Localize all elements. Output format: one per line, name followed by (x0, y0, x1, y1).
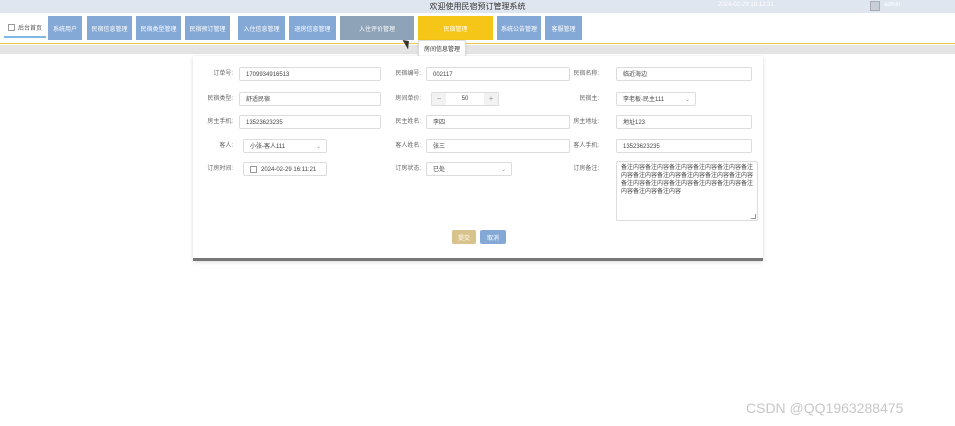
guest-select-value: 小张-客人111 (250, 144, 286, 150)
nav-item-5[interactable]: 退房信息管理 (289, 16, 336, 40)
house-name-input[interactable]: 临近海边 (616, 67, 752, 81)
remark-text: 备注内容备注内容备注内容备注内容备注内容备注内容备注内容备注内容备注内容备注内容… (621, 165, 754, 195)
status-select-value: 已处 (433, 167, 446, 173)
order-no-input[interactable]: 1709934916513 (239, 67, 381, 81)
increment-button[interactable]: + (484, 93, 498, 105)
resize-handle-icon[interactable] (751, 214, 756, 219)
order-form-panel: 订单号: 1709934916513 民宿编号: 002117 民宿名称: 临近… (193, 56, 763, 261)
user-avatar-icon[interactable] (870, 1, 880, 11)
owner-select-value: 李老板-民主111 (623, 97, 665, 103)
guest-phone-label: 客人手机: (573, 143, 599, 149)
cancel-button[interactable]: 取消 (480, 230, 506, 244)
nav-item-9[interactable]: 客服管理 (545, 16, 582, 40)
calendar-icon (250, 165, 257, 173)
type-input[interactable]: 舒适民宿 (239, 92, 381, 106)
chevron-down-icon: ⌄ (315, 144, 321, 150)
home-icon (7, 23, 15, 31)
owner-label: 民宿主: (579, 96, 599, 102)
owner-addr-input[interactable]: 地址123 (616, 115, 752, 129)
owner-phone-input[interactable]: 13523623235 (239, 115, 381, 129)
owner-select[interactable]: 李老板-民主111 ⌄ (616, 92, 696, 106)
nav-item-3[interactable]: 民宿预订管理 (185, 16, 230, 40)
nav-item-1[interactable]: 民宿信息管理 (87, 16, 132, 40)
remark-label: 订房备注: (573, 166, 599, 172)
status-label: 订房状态: (395, 166, 421, 172)
watermark-text: CSDN @QQ1963288475 (746, 400, 904, 416)
status-select[interactable]: 已处 ⌄ (426, 162, 512, 176)
remark-textarea[interactable]: 备注内容备注内容备注内容备注内容备注内容备注内容备注内容备注内容备注内容备注内容… (616, 161, 758, 221)
chevron-down-icon: ⌄ (500, 167, 506, 173)
user-name[interactable]: admin (884, 2, 900, 8)
nav-item-6[interactable]: 入住评价管理 (340, 16, 414, 40)
guest-label: 客人: (219, 143, 233, 149)
price-value[interactable]: 50 (446, 93, 484, 105)
nav-home-label: 后台首页 (17, 25, 42, 32)
owner-name-label: 民主姓名: (395, 119, 421, 125)
main-nav: 后台首页 系统用户 民宿信息管理 民宿类型管理 民宿预订管理 入住信息管理 退房… (0, 13, 955, 44)
chevron-down-icon: ⌄ (684, 97, 690, 103)
guest-select[interactable]: 小张-客人111 ⌄ (243, 139, 327, 153)
order-time-label: 订房时间: (207, 166, 233, 172)
price-label: 房间单价: (395, 96, 421, 102)
decrement-button[interactable]: − (432, 93, 446, 105)
house-no-label: 民宿编号: (395, 71, 421, 77)
submit-button[interactable]: 提交 (452, 230, 476, 244)
nav-item-8[interactable]: 系统公告管理 (497, 16, 541, 40)
clock-text: 2024-02-29 16:12:31 (718, 2, 774, 8)
nav-dropdown-item[interactable]: 房间信息管理 (418, 40, 466, 57)
price-stepper[interactable]: − 50 + (431, 92, 499, 106)
top-bar: 欢迎使用民宿预订管理系统 2024-02-29 16:12:31 admin (0, 0, 955, 13)
guest-phone-input[interactable]: 13523623235 (616, 139, 752, 153)
content-header-bar (0, 45, 955, 54)
order-time-value: 2024-02-29 16:11:21 (261, 167, 317, 173)
type-label: 民宿类型: (207, 96, 233, 102)
owner-addr-label: 房主地址: (573, 119, 599, 125)
nav-item-4[interactable]: 入住信息管理 (238, 16, 285, 40)
nav-home-tab[interactable]: 后台首页 (4, 18, 46, 38)
guest-name-label: 客人姓名: (395, 143, 421, 149)
owner-phone-label: 房主手机: (207, 119, 233, 125)
nav-item-0[interactable]: 系统用户 (48, 16, 82, 40)
order-time-picker[interactable]: 2024-02-29 16:11:21 (243, 162, 327, 176)
house-name-label: 民宿名称: (573, 71, 599, 77)
nav-item-7-active[interactable]: 民宿管理 (418, 16, 493, 40)
nav-item-2[interactable]: 民宿类型管理 (136, 16, 181, 40)
system-title: 欢迎使用民宿预订管理系统 (429, 2, 526, 11)
order-no-label: 订单号: (213, 71, 233, 77)
